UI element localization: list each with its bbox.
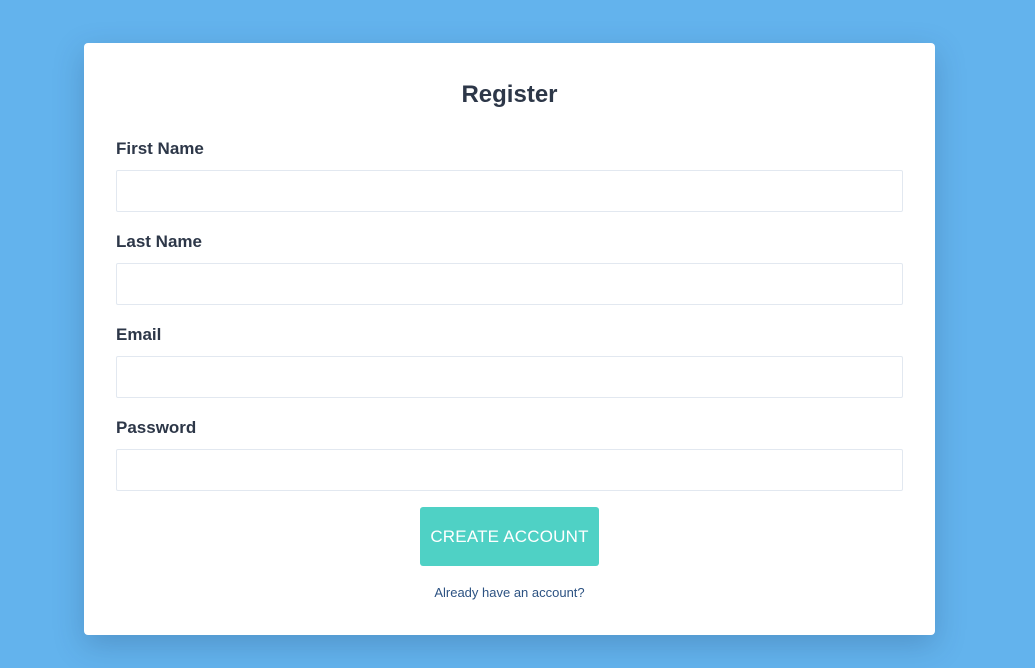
page-title: Register — [461, 81, 558, 108]
register-card: Register First Name Last Name Email Pass… — [84, 43, 935, 635]
first-name-label: First Name — [116, 139, 204, 158]
first-name-field[interactable] — [116, 170, 903, 212]
email-label: Email — [116, 325, 162, 344]
email-field[interactable] — [116, 356, 903, 398]
login-link[interactable]: Already have an account? — [84, 584, 935, 602]
password-field[interactable] — [116, 449, 903, 491]
password-label: Password — [116, 418, 197, 437]
create-account-button[interactable]: CREATE ACCOUNT — [420, 507, 599, 566]
last-name-label: Last Name — [116, 232, 202, 251]
last-name-field[interactable] — [116, 263, 903, 305]
